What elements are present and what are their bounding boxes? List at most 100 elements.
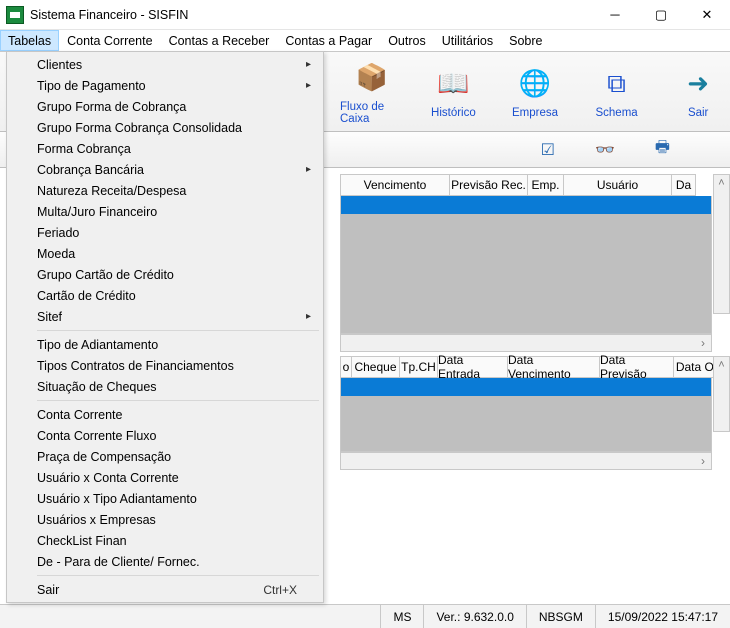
grid-top-vscroll[interactable]: ˄ (713, 174, 730, 314)
grid-bottom-body[interactable] (340, 396, 712, 452)
menu-item[interactable]: Tipo de Adiantamento (9, 334, 321, 355)
menu-item[interactable]: Natureza Receita/Despesa (9, 180, 321, 201)
submenu-arrow-icon: ▸ (306, 59, 311, 70)
scroll-right-icon: › (701, 336, 705, 350)
menu-item[interactable]: Cartão de Crédito (9, 285, 321, 306)
grid-top-body[interactable] (340, 214, 712, 334)
col-vencimento[interactable]: Vencimento (340, 174, 450, 196)
menu-item-label: Feriado (37, 226, 79, 240)
menu-item[interactable]: Cobrança Bancária▸ (9, 159, 321, 180)
menu-item[interactable]: De - Para de Cliente/ Fornec. (9, 551, 321, 572)
grid-bottom: o Cheque Tp.CH Data Entrada Data Vencime… (340, 356, 730, 470)
menu-item-label: Multa/Juro Financeiro (37, 205, 157, 219)
menu-contas-a-receber[interactable]: Contas a Receber (161, 30, 278, 51)
menu-item-label: Sair (37, 583, 59, 597)
menu-item-label: Clientes (37, 58, 82, 72)
submenu-arrow-icon: ▸ (306, 311, 311, 322)
history-icon: 📖 (434, 65, 472, 103)
menu-item-label: Situação de Cheques (37, 380, 157, 394)
menu-item[interactable]: Usuário x Tipo Adiantamento (9, 488, 321, 509)
menu-item[interactable]: Multa/Juro Financeiro (9, 201, 321, 222)
menu-item[interactable]: Grupo Cartão de Crédito (9, 264, 321, 285)
grid-bottom-vscroll[interactable]: ˄ (713, 356, 730, 432)
menu-tabelas[interactable]: Tabelas (0, 30, 59, 51)
menu-item[interactable]: Feriado (9, 222, 321, 243)
minimize-button[interactable]: ─ (592, 0, 638, 29)
menu-conta-corrente[interactable]: Conta Corrente (59, 30, 160, 51)
menu-sobre[interactable]: Sobre (501, 30, 550, 51)
col-emp[interactable]: Emp. (528, 174, 564, 196)
menu-item-label: Conta Corrente (37, 408, 122, 422)
menu-item-label: Tipos Contratos de Financiamentos (37, 359, 234, 373)
menu-item-label: Usuário x Conta Corrente (37, 471, 179, 485)
col-data-entrada[interactable]: Data Entrada (438, 356, 508, 378)
menu-item[interactable]: Forma Cobrança (9, 138, 321, 159)
menu-item[interactable]: Grupo Forma de Cobrança (9, 96, 321, 117)
toolbar-sair[interactable]: ➜ Sair (666, 65, 730, 119)
col-o[interactable]: o (340, 356, 352, 378)
grid-bottom-hscroll[interactable]: › (340, 452, 712, 470)
menu-item-label: Sitef (37, 310, 62, 324)
menu-outros[interactable]: Outros (380, 30, 434, 51)
schema-icon: ⧉ (598, 65, 636, 103)
submenu-arrow-icon: ▸ (306, 80, 311, 91)
grid-top-hscroll[interactable]: › (340, 334, 712, 352)
menu-item-label: Grupo Forma Cobrança Consolidada (37, 121, 242, 135)
menu-item-label: Grupo Cartão de Crédito (37, 268, 174, 282)
status-version: Ver.: 9.632.0.0 (423, 605, 525, 628)
menu-item-label: CheckList Finan (37, 534, 127, 548)
toolbar-label: Histórico (431, 107, 476, 119)
menu-item[interactable]: Grupo Forma Cobrança Consolidada (9, 117, 321, 138)
toolbar-schema[interactable]: ⧉ Schema (585, 65, 649, 119)
menu-item[interactable]: Clientes ▸ (9, 54, 321, 75)
check-icon[interactable]: ☑ (541, 140, 555, 160)
menu-utilitarios[interactable]: Utilitários (434, 30, 501, 51)
menu-separator (37, 330, 319, 331)
grid-top: Vencimento Previsão Rec. Emp. Usuário Da… (340, 174, 730, 352)
toolbar-fluxo-de-caixa[interactable]: 📦 Fluxo de Caixa (340, 59, 404, 125)
menu-item[interactable]: Conta Corrente (9, 404, 321, 425)
menu-item[interactable]: Tipo de Pagamento ▸ (9, 75, 321, 96)
menu-item-label: Natureza Receita/Despesa (37, 184, 186, 198)
title-bar: Sistema Financeiro - SISFIN ─ ▢ ✕ (0, 0, 730, 30)
close-button[interactable]: ✕ (684, 0, 730, 29)
col-tpch[interactable]: Tp.CH (400, 356, 438, 378)
menu-contas-a-pagar[interactable]: Contas a Pagar (277, 30, 380, 51)
menu-item-label: Moeda (37, 247, 75, 261)
menu-item-label: Grupo Forma de Cobrança (37, 100, 186, 114)
scroll-right-icon: › (701, 454, 705, 468)
toolbar-empresa[interactable]: 🌐 Empresa (503, 65, 567, 119)
menu-item[interactable]: Tipos Contratos de Financiamentos (9, 355, 321, 376)
menu-separator (37, 400, 319, 401)
glasses-icon[interactable]: 👓 (595, 140, 615, 160)
menu-item-label: Forma Cobrança (37, 142, 131, 156)
menu-item-label: Tipo de Adiantamento (37, 338, 158, 352)
menu-item-label: Tipo de Pagamento (37, 79, 146, 93)
status-bar: MS Ver.: 9.632.0.0 NBSGM 15/09/2022 15:4… (0, 604, 730, 628)
menu-item[interactable]: Conta Corrente Fluxo (9, 425, 321, 446)
menu-item-label: Conta Corrente Fluxo (37, 429, 157, 443)
toolbar-historico[interactable]: 📖 Histórico (422, 65, 486, 119)
menu-item[interactable]: Usuário x Conta Corrente (9, 467, 321, 488)
menu-separator (37, 575, 319, 576)
col-usuario[interactable]: Usuário (564, 174, 672, 196)
menu-item[interactable]: CheckList Finan (9, 530, 321, 551)
print-icon[interactable]: 🖶 (655, 136, 670, 163)
menu-item[interactable]: Situação de Cheques (9, 376, 321, 397)
menu-item[interactable]: SairCtrl+X (9, 579, 321, 600)
menu-item-label: Praça de Compensação (37, 450, 171, 464)
menu-item[interactable]: Moeda (9, 243, 321, 264)
col-da[interactable]: Da (672, 174, 696, 196)
status-code: MS (380, 605, 423, 628)
menu-item-label: Cartão de Crédito (37, 289, 136, 303)
maximize-button[interactable]: ▢ (638, 0, 684, 29)
menu-item[interactable]: Usuários x Empresas (9, 509, 321, 530)
col-cheque[interactable]: Cheque (352, 356, 400, 378)
status-datetime: 15/09/2022 15:47:17 (595, 605, 730, 628)
col-data-vencimento[interactable]: Data Vencimento (508, 356, 600, 378)
menu-item[interactable]: Praça de Compensação (9, 446, 321, 467)
col-data-previsao[interactable]: Data Previsão (600, 356, 674, 378)
grid-top-selected-row[interactable] (340, 196, 712, 214)
col-previsao-rec[interactable]: Previsão Rec. (450, 174, 528, 196)
menu-item[interactable]: Sitef ▸ (9, 306, 321, 327)
